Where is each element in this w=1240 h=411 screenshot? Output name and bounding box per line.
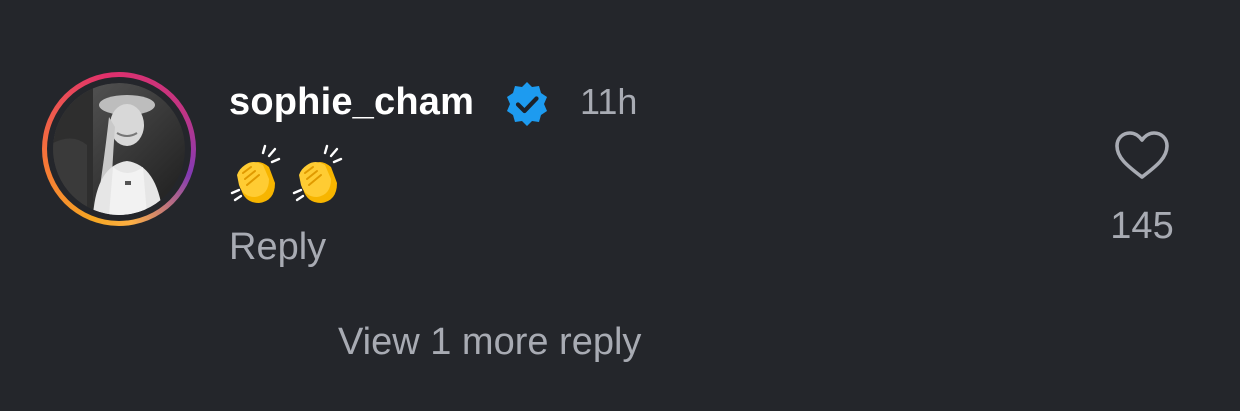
clapping-hands-icon — [292, 144, 343, 203]
avatar-photo — [53, 83, 185, 215]
heart-outline-icon[interactable] — [1114, 130, 1170, 182]
username[interactable]: sophie_cham — [229, 80, 474, 124]
comment-text: 👏👏 — [229, 143, 349, 207]
like-count: 145 — [1110, 205, 1174, 247]
verified-badge-icon — [507, 82, 547, 126]
avatar-ring-gap — [47, 77, 191, 221]
view-more-replies-button[interactable]: View 1 more reply — [338, 319, 641, 365]
reply-button[interactable]: Reply — [229, 224, 326, 270]
avatar[interactable] — [42, 72, 196, 226]
comment-timestamp: 11h — [580, 81, 638, 122]
comment-item: sophie_cham 11h 👏👏 — [0, 0, 1240, 411]
clapping-hands-icon — [230, 144, 281, 203]
